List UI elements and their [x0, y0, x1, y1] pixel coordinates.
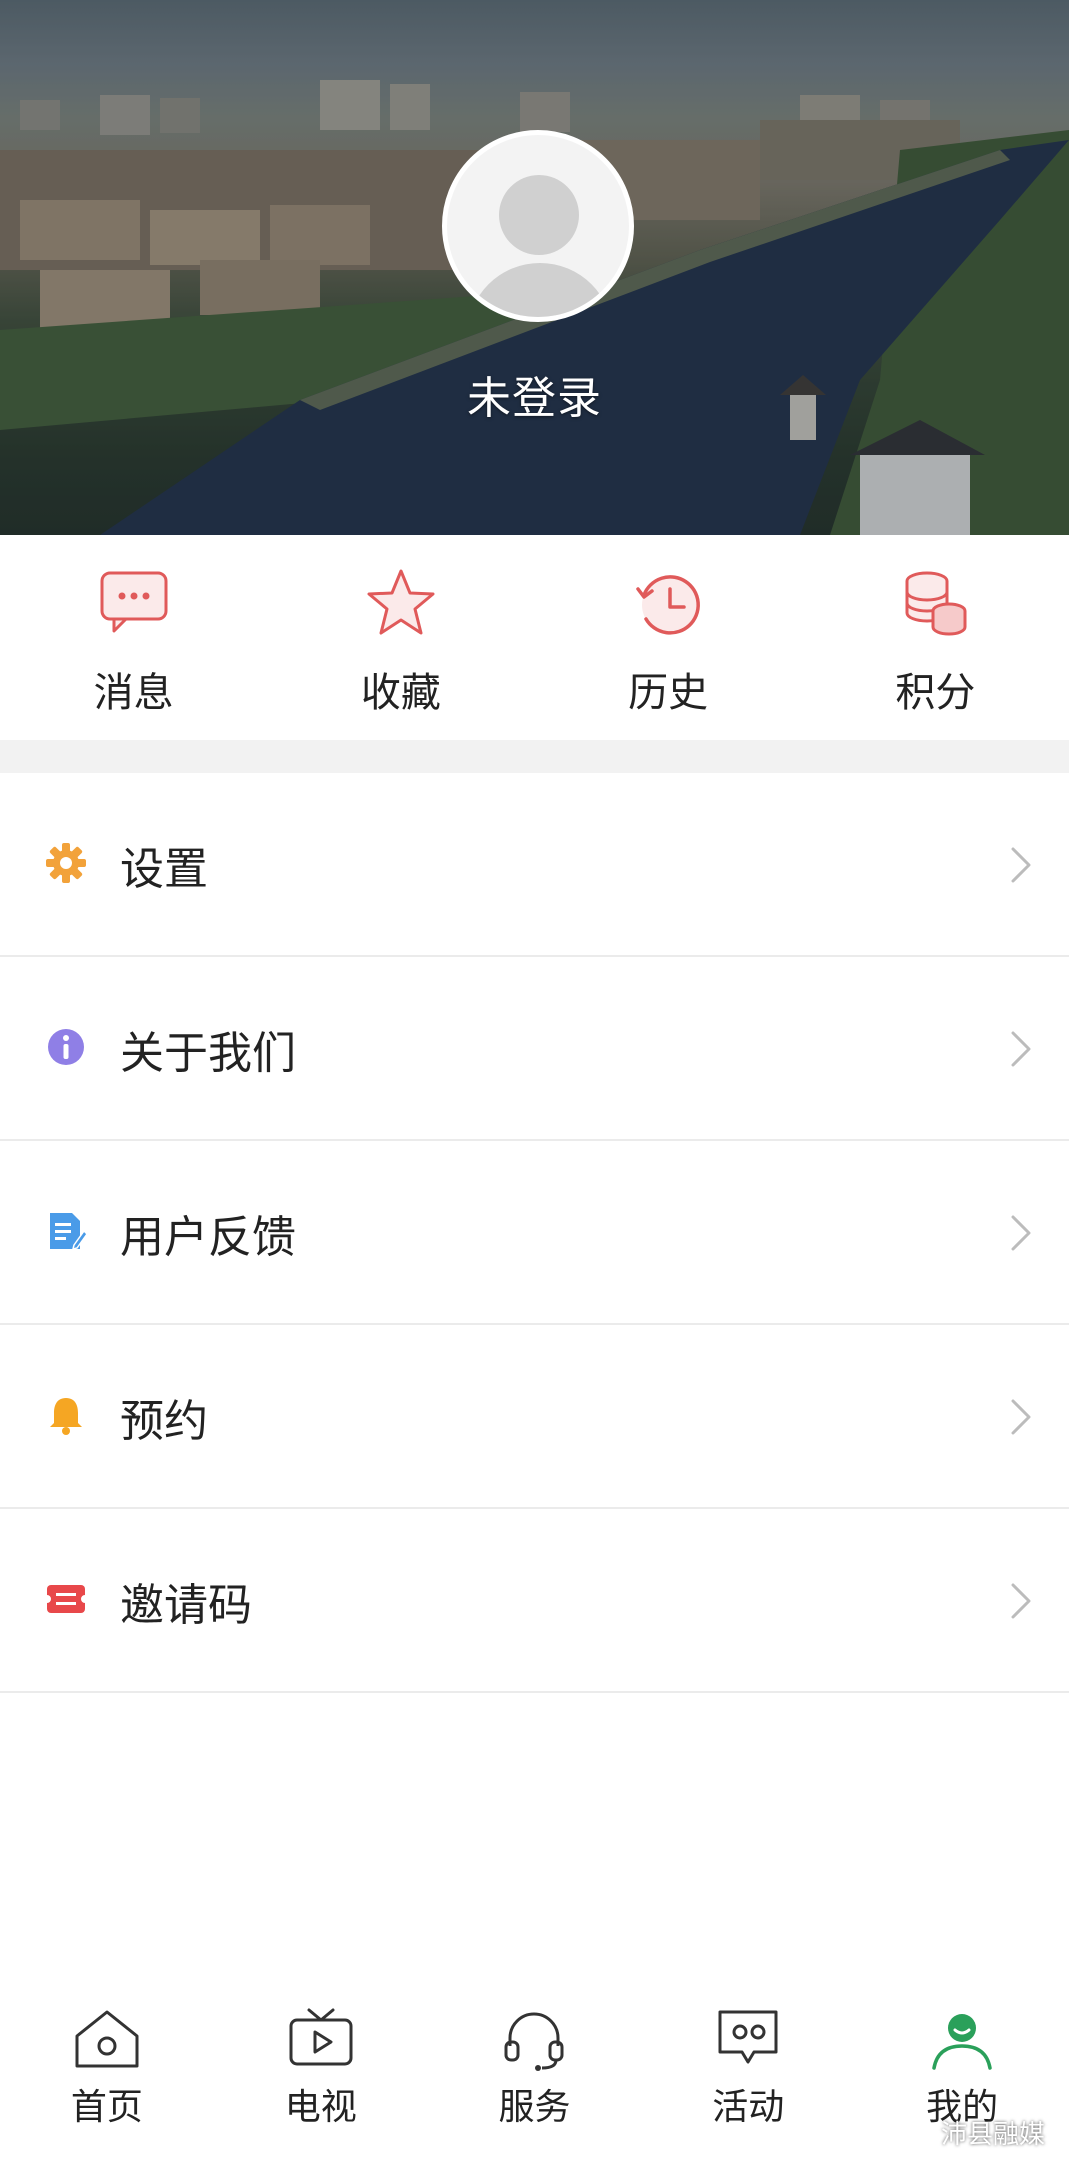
- tab-label: 首页: [70, 2087, 143, 2128]
- star-icon: [367, 569, 435, 635]
- tab-label: 电视: [284, 2087, 357, 2128]
- quick-action-favorites[interactable]: 收藏: [267, 535, 534, 740]
- menu-item-label: 关于我们: [120, 1028, 296, 1079]
- avatar-body: [467, 263, 613, 317]
- menu-item-label: 邀请码: [120, 1580, 252, 1631]
- user-icon: [932, 2014, 992, 2070]
- menu-item-label: 用户反馈: [120, 1212, 296, 1263]
- tab-label: 服务: [498, 2087, 571, 2128]
- avatar-head: [499, 175, 579, 255]
- menu-item-label: 预约: [120, 1396, 208, 1447]
- menu-item-label: 设置: [120, 844, 208, 895]
- quick-action-label: 积分: [895, 670, 976, 716]
- chevron-right-icon: [1011, 1031, 1031, 1067]
- ticket-icon: [44, 1585, 88, 1613]
- avatar[interactable]: [442, 130, 634, 322]
- tab-services[interactable]: 服务: [428, 1984, 642, 2180]
- quick-action-messages[interactable]: 消息: [0, 535, 267, 740]
- bell-icon: [50, 1398, 82, 1435]
- coins-icon: [905, 571, 967, 636]
- profile-header: 未登录: [0, 0, 1069, 535]
- menu-item-user-feedback[interactable]: 用户反馈: [0, 1141, 1069, 1325]
- tab-label: 活动: [712, 2087, 785, 2128]
- menu-item-invite-code[interactable]: 邀请码: [0, 1509, 1069, 1693]
- quick-action-points[interactable]: 积分: [802, 535, 1069, 740]
- section-divider: [0, 740, 1069, 773]
- quick-action-label: 历史: [628, 670, 709, 716]
- quick-actions: 消息 收藏 历史 积分: [0, 535, 1069, 740]
- menu-item-settings[interactable]: 设置: [0, 773, 1069, 957]
- quick-action-history[interactable]: 历史: [535, 535, 802, 740]
- menu-item-about-us[interactable]: 关于我们: [0, 957, 1069, 1141]
- tv-icon: [289, 2008, 353, 2066]
- tab-home[interactable]: 首页: [0, 1984, 214, 2180]
- tab-activities[interactable]: 活动: [641, 1984, 855, 2180]
- settings-menu: 设置 关于我们 用户反馈 预约 邀请码: [0, 773, 1069, 1693]
- chevron-right-icon: [1011, 847, 1031, 883]
- login-status[interactable]: 未登录: [0, 362, 1069, 426]
- info-icon: [48, 1029, 84, 1065]
- chevron-right-icon: [1011, 1399, 1031, 1435]
- bottom-tab-bar: 首页 电视 服务 活动 我的: [0, 1984, 1069, 2180]
- tab-tv[interactable]: 电视: [214, 1984, 428, 2180]
- watermark: 沛县融媒: [940, 2120, 1045, 2150]
- menu-item-reservation[interactable]: 预约: [0, 1325, 1069, 1509]
- chevron-right-icon: [1011, 1583, 1031, 1619]
- message-icon: [100, 571, 168, 633]
- headset-icon: [504, 2012, 564, 2071]
- gear-icon: [46, 843, 86, 883]
- document-icon: [50, 1213, 88, 1251]
- chat-icon: [718, 2010, 778, 2064]
- quick-action-label: 消息: [93, 670, 174, 716]
- home-icon: [75, 2010, 139, 2068]
- quick-action-label: 收藏: [360, 670, 441, 716]
- history-icon: [636, 575, 701, 635]
- chevron-right-icon: [1011, 1215, 1031, 1251]
